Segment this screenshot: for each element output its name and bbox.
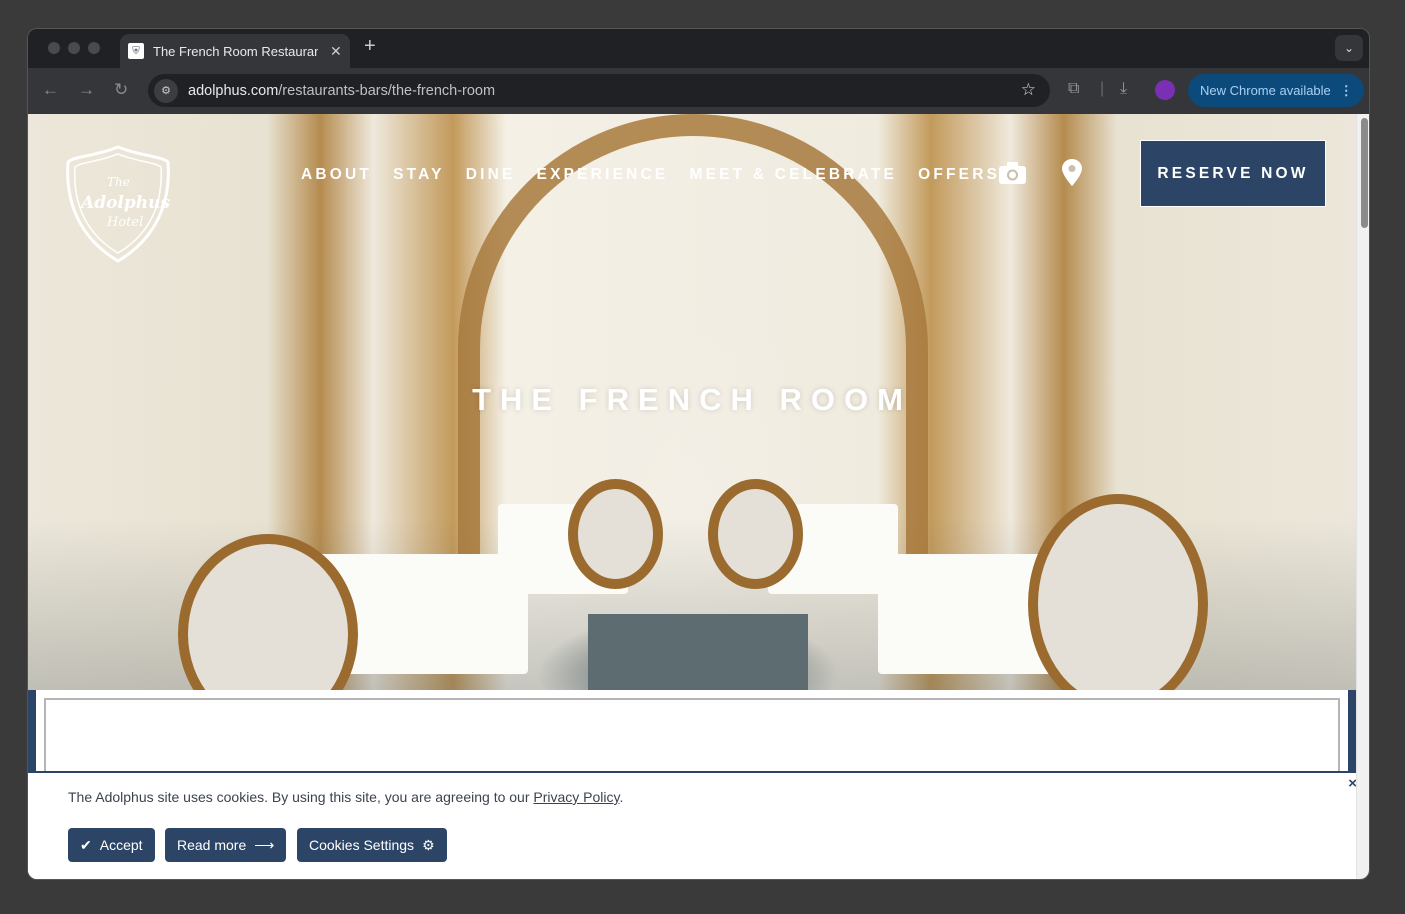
- floor-decoration: [588, 614, 808, 690]
- minimize-window-button[interactable]: [68, 42, 80, 54]
- nav-experience[interactable]: EXPERIENCE: [537, 166, 669, 184]
- arrow-right-icon: ⟶: [254, 836, 275, 853]
- back-icon[interactable]: ←: [42, 80, 59, 100]
- page-scrollbar[interactable]: [1356, 114, 1369, 879]
- svg-text:Hotel: Hotel: [106, 215, 143, 230]
- site-info-icon[interactable]: ⚙: [154, 78, 178, 103]
- check-icon: ✔: [80, 836, 92, 853]
- close-cookie-banner-icon[interactable]: ×: [1348, 775, 1356, 792]
- chair-decoration: [708, 479, 803, 589]
- scrollbar-thumb[interactable]: [1361, 118, 1368, 228]
- main-nav: ABOUT STAY DINE EXPERIENCE MEET & CELEBR…: [301, 166, 1000, 184]
- tab-search-chevron-icon[interactable]: ⌄: [1335, 35, 1363, 61]
- reload-icon[interactable]: ↻: [114, 80, 128, 100]
- divider: |: [1100, 80, 1105, 97]
- read-more-label: Read more: [177, 837, 247, 853]
- map-pin-icon[interactable]: [1062, 159, 1082, 186]
- address-bar[interactable]: ⚙ adolphus.com/restaurants-bars/the-fren…: [148, 74, 1050, 107]
- url-domain: adolphus.com: [188, 82, 279, 99]
- hero-title: THE FRENCH ROOM: [472, 382, 912, 417]
- svg-text:Adolphus: Adolphus: [79, 193, 170, 213]
- maximize-window-button[interactable]: [88, 42, 100, 54]
- page-content: The Adolphus Hotel ABOUT STAY DINE EXPER…: [28, 114, 1356, 879]
- more-menu-icon[interactable]: ⋮: [1340, 83, 1353, 99]
- camera-icon[interactable]: [999, 162, 1026, 184]
- cookies-settings-label: Cookies Settings: [309, 837, 415, 853]
- bookmark-star-icon[interactable]: ☆: [1021, 80, 1036, 100]
- nav-about[interactable]: ABOUT: [301, 166, 372, 184]
- profile-avatar[interactable]: [1155, 80, 1175, 100]
- close-window-button[interactable]: [48, 42, 60, 54]
- tab-bar: ⛨ The French Room Restaurant ✕ + ⌄: [28, 29, 1369, 68]
- update-chrome-button[interactable]: New Chrome available ⋮: [1188, 74, 1364, 107]
- adolphus-logo[interactable]: The Adolphus Hotel: [65, 144, 171, 264]
- toolbar: ← → ↻ ⚙ adolphus.com/restaurants-bars/th…: [28, 68, 1369, 114]
- cookie-banner: The Adolphus site uses cookies. By using…: [28, 771, 1356, 879]
- chair-decoration: [1028, 494, 1208, 714]
- read-more-button[interactable]: Read more ⟶: [165, 828, 287, 862]
- gear-icon: ⚙: [422, 836, 435, 853]
- cookie-message: The Adolphus site uses cookies. By using…: [68, 789, 534, 805]
- url-path: /restaurants-bars/the-french-room: [278, 82, 496, 99]
- nav-stay[interactable]: STAY: [393, 166, 445, 184]
- accept-button[interactable]: ✔ Accept: [68, 828, 155, 862]
- privacy-policy-link[interactable]: Privacy Policy: [533, 789, 619, 805]
- cookie-period: .: [619, 789, 624, 805]
- favicon-icon: ⛨: [128, 43, 144, 59]
- accept-label: Accept: [99, 837, 143, 853]
- cookies-settings-button[interactable]: Cookies Settings ⚙: [297, 828, 447, 862]
- cookie-text: The Adolphus site uses cookies. By using…: [68, 789, 623, 805]
- reserve-now-button[interactable]: RESERVE NOW: [1140, 140, 1326, 207]
- nav-meet-celebrate[interactable]: MEET & CELEBRATE: [689, 166, 897, 184]
- tab-title: The French Room Restaurant: [153, 43, 318, 59]
- update-label: New Chrome available: [1200, 83, 1331, 98]
- forward-icon[interactable]: →: [78, 80, 95, 100]
- close-tab-icon[interactable]: ✕: [330, 43, 342, 60]
- download-icon[interactable]: ⤓: [1120, 80, 1127, 98]
- chair-decoration: [568, 479, 663, 589]
- svg-text:The: The: [107, 175, 130, 189]
- browser-window: ⛨ The French Room Restaurant ✕ + ⌄ ← → ↻…: [27, 28, 1370, 880]
- nav-offers[interactable]: OFFERS: [918, 166, 1000, 184]
- extensions-icon[interactable]: ⧉: [1068, 80, 1079, 98]
- browser-tab[interactable]: ⛨ The French Room Restaurant ✕: [120, 34, 350, 68]
- hero-image: The Adolphus Hotel ABOUT STAY DINE EXPER…: [28, 114, 1356, 734]
- nav-dine[interactable]: DINE: [466, 166, 516, 184]
- new-tab-icon[interactable]: +: [364, 35, 376, 58]
